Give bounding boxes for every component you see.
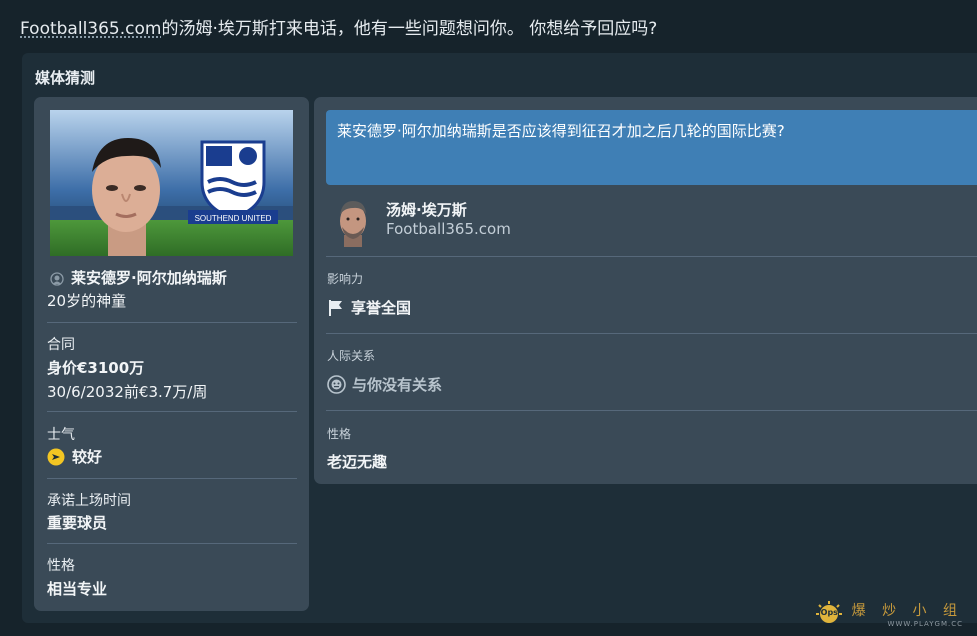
sun-logo-icon: Ops xyxy=(812,601,846,627)
header-message: 的汤姆·埃万斯打来电话，他有一些问题想问你。 你想给予回应吗? xyxy=(161,19,658,39)
neutral-face-icon xyxy=(327,375,346,394)
influence-row: 享誉全国 xyxy=(327,297,411,318)
journalist-name[interactable]: 汤姆·埃万斯 xyxy=(386,199,467,220)
player-personality-value: 相当专业 xyxy=(47,580,108,598)
watermark-url: WWW.PLAYGM.CC xyxy=(887,620,963,628)
watermark-text: 爆 炒 小 组 xyxy=(851,603,963,619)
header-line: Football365.com的汤姆·埃万斯打来电话，他有一些问题想问你。 你想… xyxy=(20,14,657,39)
influence-label: 影响力 xyxy=(327,272,364,286)
contract-label: 合同 xyxy=(47,337,75,353)
question-box: 莱安德罗·阿尔加纳瑞斯是否应该得到征召才加之后几轮的国际比赛? xyxy=(326,110,977,185)
arrow-right-circle-icon xyxy=(47,448,65,466)
relationship-value: 与你没有关系 xyxy=(352,376,443,394)
divider xyxy=(47,478,297,479)
morale-label: 士气 xyxy=(47,427,75,443)
panel-title: 媒体猜测 xyxy=(35,69,96,87)
outlet-link[interactable]: Football365.com xyxy=(20,19,161,39)
morale-value: 较好 xyxy=(72,448,103,466)
divider xyxy=(47,411,297,412)
promised-time-label: 承诺上场时间 xyxy=(47,493,131,509)
journalist-personality-value: 老迈无趣 xyxy=(327,453,388,471)
watermark: Ops 爆 炒 小 组 WWW.PLAYGM.CC xyxy=(812,600,963,628)
player-subtitle: 20岁的神童 xyxy=(47,292,127,310)
person-icon xyxy=(50,271,64,286)
question-card: 莱安德罗·阿尔加纳瑞斯是否应该得到征召才加之后几轮的国际比赛? 汤姆·埃万斯 F… xyxy=(314,97,977,484)
promised-time-value: 重要球员 xyxy=(47,514,108,532)
player-value: 身价€3100万 xyxy=(47,359,145,377)
influence-value: 享誉全国 xyxy=(351,299,412,317)
club-badge: SOUTHEND UNITED xyxy=(188,140,278,224)
journalist-personality-label: 性格 xyxy=(327,427,352,441)
watermark-badge: Ops xyxy=(820,608,838,617)
media-panel: 媒体猜测 SOUTHEND UNITED 莱安德罗·阿尔加纳瑞斯 20岁的神童 … xyxy=(22,53,977,623)
journalist-avatar[interactable] xyxy=(334,197,372,247)
player-portrait: SOUTHEND UNITED xyxy=(50,110,293,256)
player-card: SOUTHEND UNITED 莱安德罗·阿尔加纳瑞斯 20岁的神童 合同 身价… xyxy=(34,97,309,611)
flag-icon xyxy=(327,299,345,317)
relationship-row: 与你没有关系 xyxy=(327,374,442,395)
player-name-row: 莱安德罗·阿尔加纳瑞斯 xyxy=(47,267,297,288)
journalist-outlet: Football365.com xyxy=(386,220,511,238)
relationship-label: 人际关系 xyxy=(327,349,376,363)
divider xyxy=(47,543,297,544)
player-name[interactable]: 莱安德罗·阿尔加纳瑞斯 xyxy=(71,267,227,288)
contract-detail: 30/6/2032前€3.7万/周 xyxy=(47,383,208,401)
divider xyxy=(326,256,977,257)
divider xyxy=(326,410,977,411)
morale-row: 较好 xyxy=(47,446,297,467)
question-text: 莱安德罗·阿尔加纳瑞斯是否应该得到征召才加之后几轮的国际比赛? xyxy=(337,122,785,140)
divider xyxy=(326,333,977,334)
player-personality-label: 性格 xyxy=(47,558,75,574)
svg-text:SOUTHEND UNITED: SOUTHEND UNITED xyxy=(195,214,272,223)
divider xyxy=(47,322,297,323)
